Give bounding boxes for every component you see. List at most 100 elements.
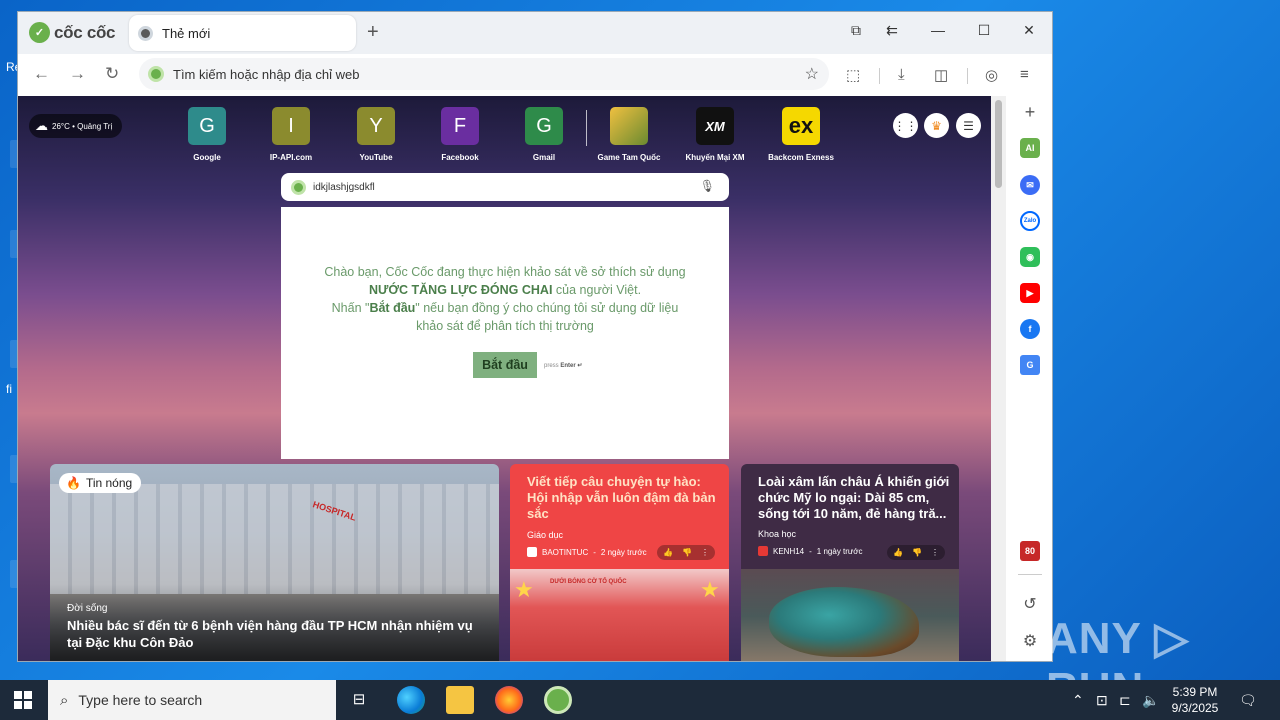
microphone-icon[interactable]: 🎙	[700, 179, 715, 193]
apps-grid-icon[interactable]: ⋮⋮	[893, 113, 918, 138]
split-view-icon[interactable]: ◫	[934, 66, 948, 84]
address-placeholder: Tìm kiếm hoặc nhập địa chỉ web	[173, 66, 360, 82]
search-input[interactable]: idkjlashjgsdkfl	[313, 182, 375, 193]
toolbar-divider	[967, 68, 968, 84]
network-icon[interactable]: ⊏	[1119, 692, 1131, 709]
title-bar: ✓ cốc cốc Thẻ mới + ⧉ ⇇ — ☐ ✕	[18, 12, 1052, 54]
snail-image	[769, 587, 919, 657]
dislike-icon[interactable]: 👎	[682, 548, 692, 557]
ai-assistant-icon[interactable]: AI	[1020, 138, 1040, 158]
profile-icon[interactable]: ◎	[985, 66, 998, 84]
history-icon[interactable]: ↺	[1020, 594, 1040, 614]
anniversary-icon[interactable]: 80	[1020, 541, 1040, 561]
weather-widget[interactable]: ☁ 26°C • Quảng Trị	[29, 114, 123, 138]
tab-new-tab[interactable]: Thẻ mới	[129, 15, 356, 51]
reload-button[interactable]: ↻	[105, 64, 119, 84]
download-icon[interactable]: ⤓	[898, 66, 905, 83]
news-actions: 👍 👎 ⋮	[887, 545, 945, 560]
bookmark-star-icon[interactable]: ☆	[805, 64, 819, 84]
address-bar[interactable]: Tìm kiếm hoặc nhập địa chỉ web ☆	[139, 58, 829, 90]
shortcut-gmail[interactable]: G Gmail	[504, 107, 584, 162]
like-icon[interactable]: 👍	[663, 548, 673, 557]
back-button[interactable]: ←	[33, 64, 50, 84]
shortcut-xm[interactable]: XM Khuyến Mại XM	[675, 107, 755, 162]
close-button[interactable]: ✕	[1019, 22, 1039, 39]
survey-start-button[interactable]: Bắt đầu	[473, 352, 537, 378]
crown-icon[interactable]: ♛	[924, 113, 949, 138]
scroll-thumb[interactable]	[995, 100, 1002, 188]
separator: -	[809, 546, 812, 556]
windows-start-icon[interactable]	[14, 691, 32, 709]
news-source: BAOTINTUC - 2 ngày trước	[527, 547, 647, 557]
add-icon[interactable]: +	[1020, 102, 1040, 122]
notification-icon[interactable]: 🗨	[1239, 692, 1257, 709]
clock-time: 5:39 PM	[1172, 685, 1218, 699]
task-view-icon[interactable]: ⊟	[346, 686, 372, 714]
taskbar-clock[interactable]: 5:39 PM 9/3/2025	[1168, 684, 1222, 716]
game-icon[interactable]: ◉	[1020, 247, 1040, 267]
firefox-icon[interactable]	[495, 686, 523, 714]
zalo-icon[interactable]: Zalo	[1020, 211, 1040, 231]
image-banner: DƯỚI BÓNG CỜ TỔ QUỐC	[550, 579, 627, 585]
browser-window: ✓ cốc cốc Thẻ mới + ⧉ ⇇ — ☐ ✕ ← → ↻ Tìm …	[17, 11, 1053, 662]
survey-panel: Chào bạn, Cốc Cốc đang thực hiện khảo sá…	[281, 207, 729, 459]
volume-icon[interactable]: 🔈	[1142, 692, 1159, 709]
customize-icon[interactable]: ☰	[956, 113, 981, 138]
star-icon: ★	[514, 577, 534, 602]
survey-product: NƯỚC TĂNG LỰC ĐÓNG CHAI	[368, 283, 553, 297]
new-tab-page: ☁ 26°C • Quảng Trị G Google I IP-API.com…	[18, 96, 991, 661]
news-card[interactable]: Viết tiếp câu chuyện tự hào: Hội nhập vẫ…	[510, 464, 729, 661]
like-icon[interactable]: 👍	[893, 548, 903, 557]
survey-line-post: " nếu bạn đồng ý cho chúng tôi sử dụng d…	[415, 301, 679, 315]
minimize-button[interactable]: —	[928, 22, 948, 38]
dislike-icon[interactable]: 👎	[912, 548, 922, 557]
news-image	[741, 569, 959, 661]
shortcut-ip-api[interactable]: I IP-API.com	[251, 107, 331, 162]
coccoc-taskbar-icon[interactable]	[544, 686, 572, 714]
news-card[interactable]: Loài xâm lấn châu Á khiến giới chức Mỹ l…	[741, 464, 959, 661]
maximize-button[interactable]: ☐	[974, 22, 994, 39]
shortcut-exness[interactable]: ex Backcom Exness	[761, 107, 841, 162]
taskbar: ⌕ Type here to search ⊟ ⌃ ⊡ ⊏ 🔈 5:39 PM …	[0, 680, 1280, 720]
shortcut-facebook[interactable]: F Facebook	[420, 107, 500, 162]
star-icon: ★	[700, 577, 720, 602]
menu-icon[interactable]: ≡	[1020, 66, 1029, 83]
shortcut-youtube[interactable]: Y YouTube	[336, 107, 416, 162]
more-icon[interactable]: ⋮	[931, 548, 939, 557]
facebook-icon[interactable]: f	[1020, 319, 1040, 339]
tray-chevron-icon[interactable]: ⌃	[1072, 692, 1084, 709]
source-logo-icon	[758, 546, 768, 556]
extensions-icon[interactable]: ⬚	[846, 66, 860, 84]
news-card-featured[interactable]: HOSPITAL 🔥 Tin nóng Đời sống Nhiều bác s…	[50, 464, 499, 661]
translate-icon[interactable]: G	[1020, 355, 1040, 375]
forward-button[interactable]: →	[69, 64, 86, 84]
news-title[interactable]: Loài xâm lấn châu Á khiến giới chức Mỹ l…	[758, 474, 952, 522]
more-icon[interactable]: ⋮	[701, 548, 709, 557]
new-tab-button[interactable]: +	[367, 21, 379, 44]
news-title[interactable]: Nhiều bác sĩ đến từ 6 bệnh viện hàng đầu…	[67, 617, 487, 651]
page-scrollbar[interactable]	[991, 96, 1006, 661]
youtube-icon[interactable]: ▶	[1020, 283, 1040, 303]
shortcut-tile: I	[272, 107, 310, 145]
hospital-image	[50, 484, 499, 594]
taskbar-search[interactable]: ⌕ Type here to search	[48, 680, 336, 720]
search-box[interactable]: idkjlashjgsdkfl 🎙	[281, 173, 729, 201]
settings-gear-icon[interactable]: ⚙	[1020, 631, 1040, 651]
shortcut-game-tam-quoc[interactable]: Game Tam Quốc	[589, 107, 669, 162]
shortcut-google[interactable]: G Google	[167, 107, 247, 162]
file-explorer-icon[interactable]	[446, 686, 474, 714]
edge-icon[interactable]	[397, 686, 425, 714]
survey-line: khảo sát để phân tích thị trường	[416, 319, 594, 333]
survey-text: Chào bạn, Cốc Cốc đang thực hiện khảo sá…	[281, 263, 729, 335]
news-title[interactable]: Viết tiếp câu chuyện tự hào: Hội nhập vẫ…	[527, 474, 721, 522]
shortcut-label: Facebook	[441, 153, 479, 162]
game-avatar-icon	[610, 107, 648, 145]
news-image: ★ DƯỚI BÓNG CỜ TỔ QUỐC ★	[510, 569, 729, 661]
messenger-icon[interactable]: ✉	[1020, 175, 1040, 195]
survey-start-word: Bắt đầu	[369, 301, 416, 315]
coccoc-brand[interactable]: ✓ cốc cốc	[29, 22, 116, 43]
screenshot-icon[interactable]: ⧉	[846, 22, 866, 39]
tray-device-icon[interactable]: ⊡	[1096, 692, 1108, 709]
shortcut-tile: G	[525, 107, 563, 145]
tab-search-icon[interactable]: ⇇	[882, 22, 902, 39]
